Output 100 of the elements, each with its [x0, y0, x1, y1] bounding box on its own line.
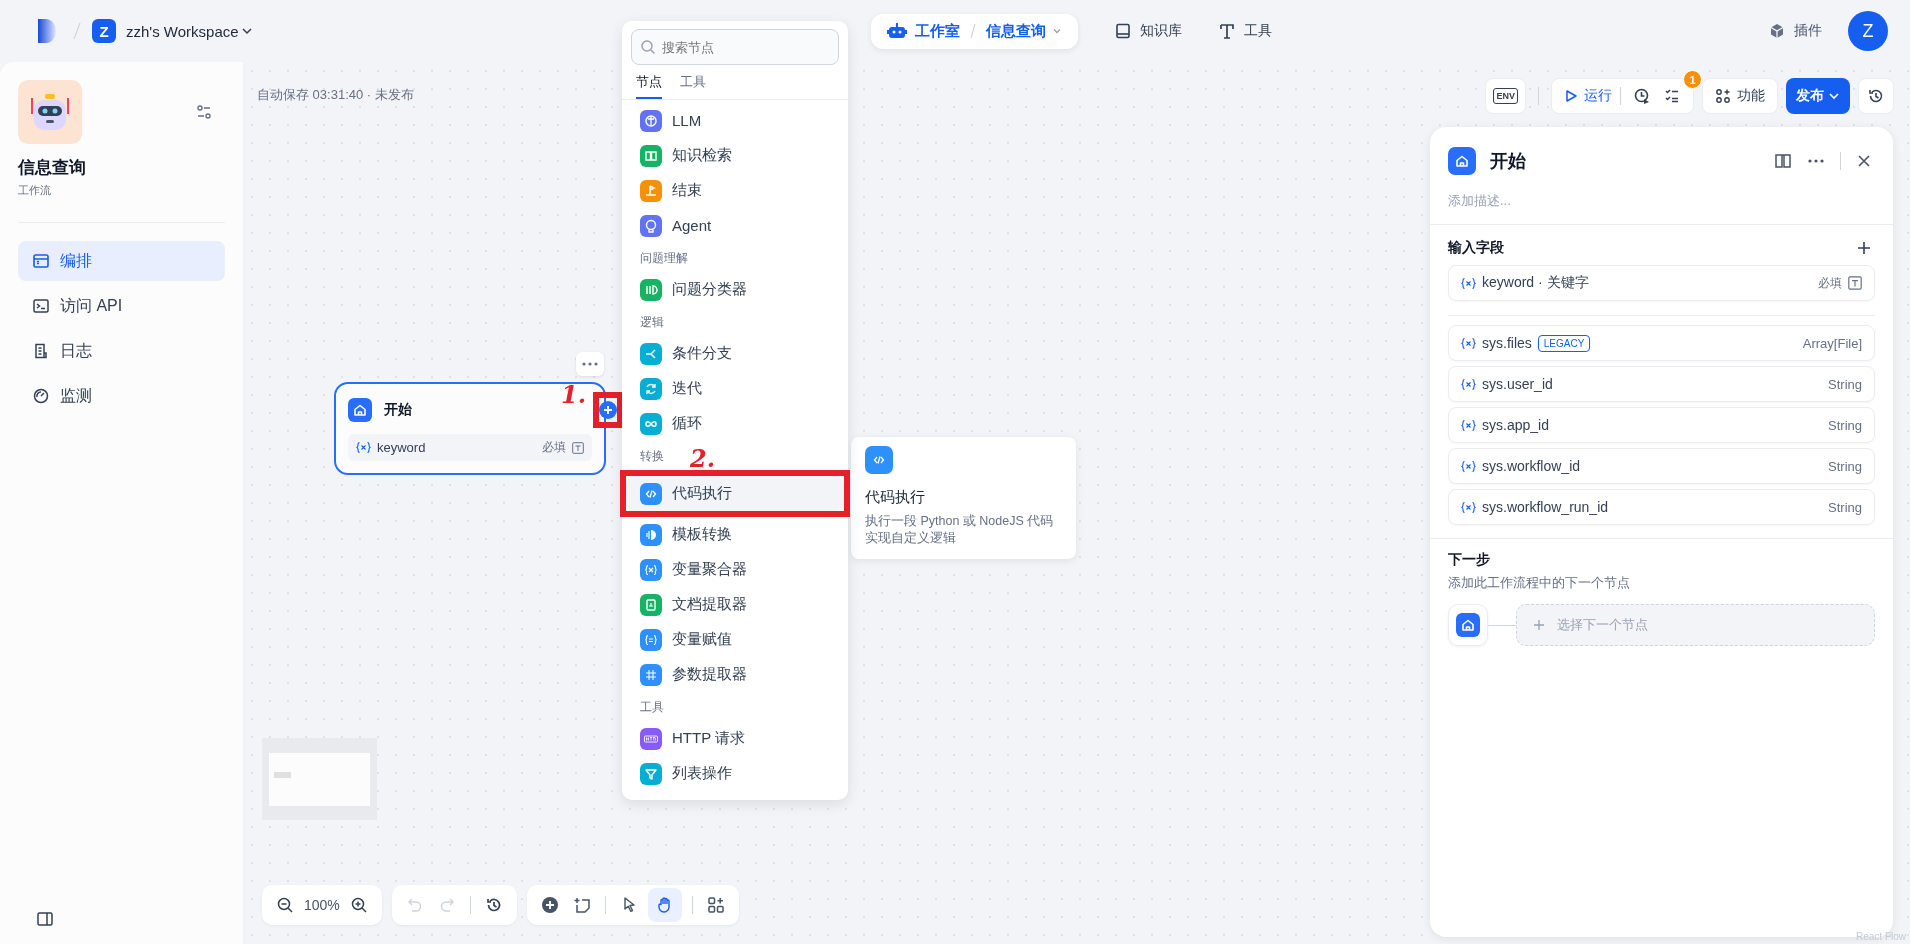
zoom-level[interactable]: 100% — [304, 897, 340, 913]
menu-item[interactable]: HTTP 请求 — [626, 721, 844, 756]
nav-link[interactable]: 知识库 — [1114, 22, 1182, 40]
type-label: Array[File] — [1802, 335, 1862, 351]
menu-item[interactable]: 结束 — [626, 173, 844, 208]
menu-item[interactable]: 列表操作 — [626, 756, 844, 791]
book-icon — [1114, 22, 1132, 40]
robot-app-icon — [18, 80, 82, 144]
autosave-status: 自动保存 03:31:40 · 未发布 — [257, 86, 414, 104]
add-node-icon[interactable] — [599, 401, 617, 419]
type-label: String — [1828, 376, 1862, 392]
apps-icon — [1715, 88, 1731, 104]
sidebar-item[interactable]: 编排 — [18, 241, 225, 281]
gauge-icon — [32, 387, 50, 405]
menu-item[interactable]: 模板转换 — [626, 517, 844, 552]
home-icon — [1448, 147, 1476, 175]
variable-name: keyword · 关键字 — [1482, 274, 1589, 292]
menu-item[interactable]: 条件分支 — [626, 336, 844, 371]
variable-name: keyword — [377, 440, 426, 455]
features-button[interactable]: 功能 — [1702, 78, 1778, 114]
menu-item[interactable]: 参数提取器 — [626, 657, 844, 692]
app-name: 信息查询 — [18, 157, 87, 179]
menu-tab[interactable]: 节点 — [636, 71, 662, 99]
menu-item[interactable]: 知识检索 — [626, 138, 844, 173]
variable-icon — [1461, 459, 1476, 473]
run-button[interactable]: 运行 — [1564, 87, 1612, 105]
sidebar-item[interactable]: 访问 API — [18, 286, 225, 326]
play-icon — [1564, 89, 1578, 103]
caret-icon — [1828, 90, 1840, 102]
menu-item[interactable]: Agent — [626, 208, 844, 243]
section-description: 添加此工作流程中的下一个节点 — [1448, 575, 1631, 592]
robot-icon — [887, 22, 907, 40]
menu-section-title: 逻辑 — [640, 314, 664, 331]
variable-name: sys.user_id — [1482, 376, 1553, 392]
workspace-avatar: Z — [92, 19, 116, 43]
annotation-label: 2. — [690, 444, 716, 473]
menu-item[interactable]: 问题分类器 — [626, 272, 844, 307]
sidebar-item[interactable]: 监测 — [18, 376, 225, 416]
type-label: String — [1828, 458, 1862, 474]
home-icon — [1456, 613, 1480, 637]
workspace-switcher[interactable]: zzh's Workspace — [126, 22, 253, 40]
variable-icon — [1461, 336, 1476, 350]
document-icon — [32, 342, 50, 360]
variable-icon — [1461, 276, 1476, 290]
input-field-row[interactable]: keyword · 关键字 必填 — [1448, 265, 1875, 301]
menu-item[interactable]: 迭代 — [626, 371, 844, 406]
menu-item[interactable]: 变量聚合器 — [626, 552, 844, 587]
text-type-icon — [1848, 276, 1862, 290]
cube-icon — [1768, 22, 1786, 40]
section-title: 输入字段 — [1448, 239, 1504, 257]
studio-link[interactable]: 工作室 — [915, 21, 960, 41]
nav-link[interactable]: 工具 — [1218, 22, 1272, 40]
variable-icon — [356, 441, 371, 454]
version-history-icon[interactable] — [1858, 78, 1894, 114]
app-type: 工作流 — [18, 183, 52, 198]
tooltip-description: 执行一段 Python 或 NodeJS 代码实现自定义逻辑 — [865, 513, 1055, 547]
menu-item[interactable]: LLM — [626, 103, 844, 138]
plus-icon — [1533, 619, 1545, 631]
variable-icon — [1461, 377, 1476, 391]
required-label: 必填 — [1818, 274, 1842, 292]
caret-icon — [240, 25, 253, 37]
type-label: String — [1828, 417, 1862, 433]
section-title: 下一步 — [1448, 551, 1491, 569]
sidebar-item[interactable]: 日志 — [18, 331, 225, 371]
legacy-badge: LEGACY — [1537, 334, 1591, 352]
code-icon — [865, 446, 893, 474]
required-label: 必填 — [542, 439, 566, 456]
variable-name: sys.app_id — [1482, 417, 1549, 433]
type-label: String — [1828, 499, 1862, 515]
menu-section-title: 问题理解 — [640, 250, 688, 267]
caret-icon — [1052, 26, 1062, 36]
node-title: 开始 — [384, 401, 412, 419]
menu-item[interactable]: 代码执行 — [626, 476, 844, 511]
variable-name: sys.workflow_run_id — [1482, 499, 1609, 515]
logo-icon — [36, 17, 58, 45]
menu-item[interactable]: 循环 — [626, 406, 844, 441]
variable-name: sys.workflow_id — [1482, 458, 1581, 474]
publish-button[interactable]: 发布 — [1786, 78, 1850, 114]
home-icon — [348, 398, 372, 422]
layout-icon — [32, 252, 50, 270]
variable-icon — [1461, 500, 1476, 514]
tooltip-title: 代码执行 — [865, 488, 926, 507]
search-field[interactable]: 搜索节点 — [631, 29, 839, 65]
menu-tab[interactable]: 工具 — [680, 71, 706, 99]
breadcrumb-separator — [72, 21, 82, 41]
menu-item[interactable]: 文档提取器 — [626, 587, 844, 622]
terminal-icon — [32, 297, 50, 315]
plugins-button[interactable]: 插件 — [1768, 22, 1822, 40]
issue-count-badge: 1 — [1683, 70, 1702, 89]
annotation-label: 1. — [561, 380, 587, 409]
menu-item[interactable]: 变量赋值 — [626, 622, 844, 657]
user-avatar[interactable]: Z — [1848, 11, 1888, 51]
env-button[interactable]: ENV — [1485, 78, 1526, 114]
menu-section-title: 转换 — [640, 448, 664, 465]
app-switcher[interactable]: 信息查询 — [986, 21, 1062, 41]
hand-icon[interactable] — [647, 888, 682, 922]
search-icon — [640, 39, 656, 55]
menu-section-title: 工具 — [640, 699, 664, 716]
description-field[interactable]: 添加描述... — [1448, 189, 1875, 212]
text-type-icon — [572, 441, 584, 454]
